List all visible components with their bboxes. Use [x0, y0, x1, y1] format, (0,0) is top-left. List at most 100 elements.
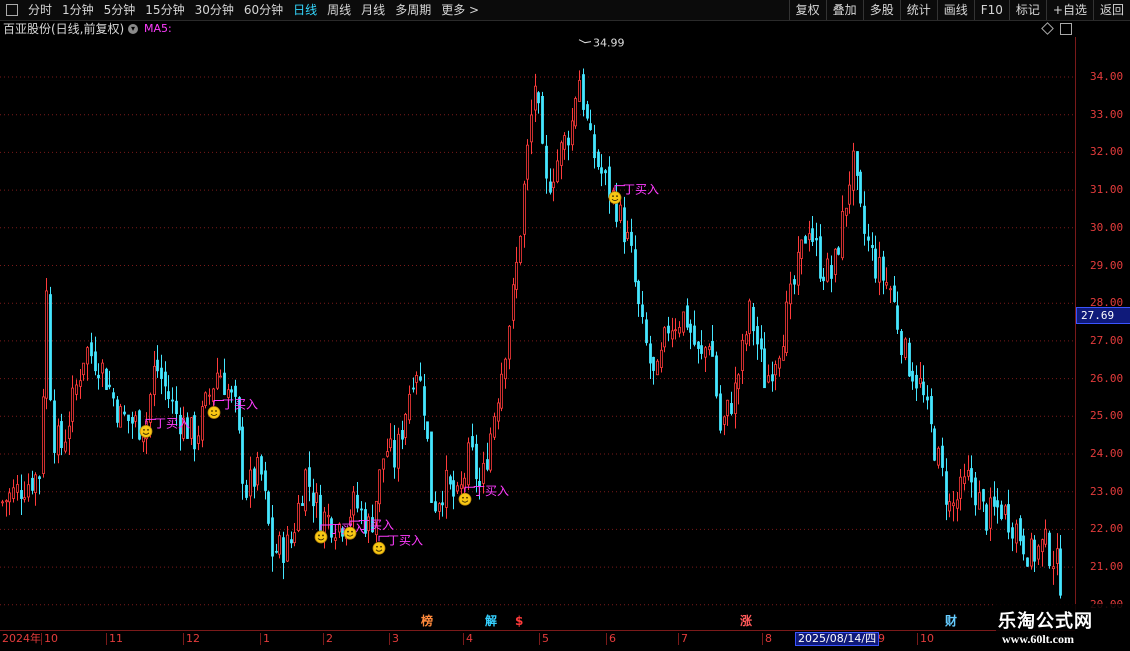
period-tab-8[interactable]: 月线: [356, 0, 390, 20]
candle-body: [500, 373, 503, 409]
date-label: 11: [109, 632, 123, 645]
event-marker[interactable]: $: [515, 614, 523, 628]
date-separator: [463, 633, 464, 645]
candle-body: [863, 205, 866, 234]
buy-signal-label: 丁买入: [358, 518, 394, 532]
buy-signal-label: 丁买入: [623, 183, 659, 197]
chevron-down-icon[interactable]: ▾: [128, 24, 138, 34]
toolbar-button-2[interactable]: 多股: [862, 0, 900, 20]
candle-body: [42, 396, 45, 474]
candle-body: [312, 492, 315, 507]
period-tab-7[interactable]: 周线: [322, 0, 356, 20]
current-price-badge: 27.69: [1076, 306, 1130, 324]
date-separator: [323, 633, 324, 645]
candle-body: [234, 385, 237, 397]
price-tick: 26.00: [1090, 371, 1124, 385]
candle-body: [1041, 539, 1044, 553]
toolbar-button-3[interactable]: 统计: [899, 0, 937, 20]
candle-body: [767, 375, 770, 383]
candle-body: [567, 137, 570, 146]
candle-body: [119, 406, 122, 428]
toolbar-button-6[interactable]: 标记: [1008, 0, 1046, 20]
candle-body: [493, 416, 496, 438]
candle-body: [693, 325, 696, 345]
candle-body: [993, 496, 996, 507]
candle-body: [20, 490, 23, 499]
candle-body: [908, 342, 911, 377]
event-marker[interactable]: 财: [945, 614, 957, 628]
candle-body: [156, 359, 159, 372]
candle-body: [245, 484, 248, 498]
candle-body: [656, 360, 659, 376]
candle-body: [201, 406, 204, 441]
toolbar-button-7[interactable]: +自选: [1045, 0, 1093, 20]
candle-body: [323, 511, 326, 533]
window-toggle-icon[interactable]: [6, 4, 18, 16]
candlestick-chart[interactable]: 34.99丁买入丁买入丁买入丁买入丁买入丁买入丁买入: [0, 37, 1075, 630]
candle-body: [1056, 548, 1059, 564]
candle-body: [86, 347, 89, 365]
candle-body: [138, 410, 141, 440]
candle-body: [730, 403, 733, 414]
period-tab-4[interactable]: 30分钟: [190, 0, 239, 20]
candle-body: [1048, 532, 1051, 567]
date-label: 2024年: [2, 632, 41, 645]
candle-body: [397, 433, 400, 469]
candle-body: [589, 123, 592, 130]
candle-body: [278, 535, 281, 555]
period-tab-3[interactable]: 15分钟: [140, 0, 189, 20]
candle-body: [815, 237, 818, 241]
candle-body: [412, 387, 415, 390]
period-tab-2[interactable]: 5分钟: [99, 0, 141, 20]
candle-body: [752, 306, 755, 332]
toolbar-button-1[interactable]: 叠加: [825, 0, 863, 20]
toolbar-button-5[interactable]: F10: [973, 0, 1009, 20]
candle-body: [504, 358, 507, 380]
candle-body: [604, 170, 607, 174]
event-marker[interactable]: 榜: [421, 614, 433, 628]
panel-layout-icon[interactable]: [1060, 23, 1072, 35]
candle-body: [871, 244, 874, 248]
candle-body: [75, 384, 78, 395]
period-toolbar: 分时 1分钟 5分钟 15分钟 30分钟 60分钟 日线 周线 月线 多周期 更多 > 复权 叠加 多股…: [0, 0, 1130, 21]
price-tick: 25.00: [1090, 409, 1124, 423]
candle-body: [970, 468, 973, 483]
period-tab-6[interactable]: 日线: [288, 0, 322, 20]
candle-body: [190, 417, 193, 439]
buy-signal-label: 丁买入: [222, 398, 258, 412]
candle-body: [663, 327, 666, 348]
period-tab-5[interactable]: 60分钟: [239, 0, 288, 20]
candle-body: [123, 411, 126, 415]
toolbar-button-4[interactable]: 画线: [936, 0, 974, 20]
candle-body: [674, 329, 677, 332]
candle-body: [434, 501, 437, 512]
candle-body: [57, 425, 60, 456]
event-marker[interactable]: 涨: [740, 614, 752, 628]
candle-body: [415, 375, 418, 383]
toolbar-button-0[interactable]: 复权: [788, 0, 826, 20]
date-axis: 2024年 10 11 12 1 2 3 4 5 6 7 8 9 10 2025/08/14/四: [0, 630, 1075, 651]
candle-body: [1026, 557, 1029, 567]
candle-body: [652, 356, 655, 371]
diamond-icon[interactable]: [1041, 22, 1054, 35]
candle-body: [497, 402, 500, 422]
candle-body: [90, 342, 93, 357]
period-tab-10[interactable]: 更多 >: [436, 0, 484, 20]
period-tab-9[interactable]: 多周期: [390, 0, 436, 20]
toolbar-button-8[interactable]: 返回: [1092, 0, 1130, 20]
period-tab-0[interactable]: 分时: [23, 0, 57, 20]
period-tab-1[interactable]: 1分钟: [57, 0, 99, 20]
event-marker[interactable]: 解: [485, 614, 497, 628]
candle-body: [297, 502, 300, 531]
buy-signal-label: 丁买入: [387, 533, 423, 547]
candle-body: [219, 375, 222, 378]
candle-body: [922, 381, 925, 396]
candle-body: [578, 80, 581, 102]
candle-body: [700, 345, 703, 354]
date-label: 2: [326, 632, 333, 645]
candle-body: [441, 502, 444, 506]
candle-body: [94, 351, 97, 372]
smiley-icon: [372, 541, 386, 555]
candle-body: [327, 514, 330, 518]
candle-body: [586, 104, 589, 119]
